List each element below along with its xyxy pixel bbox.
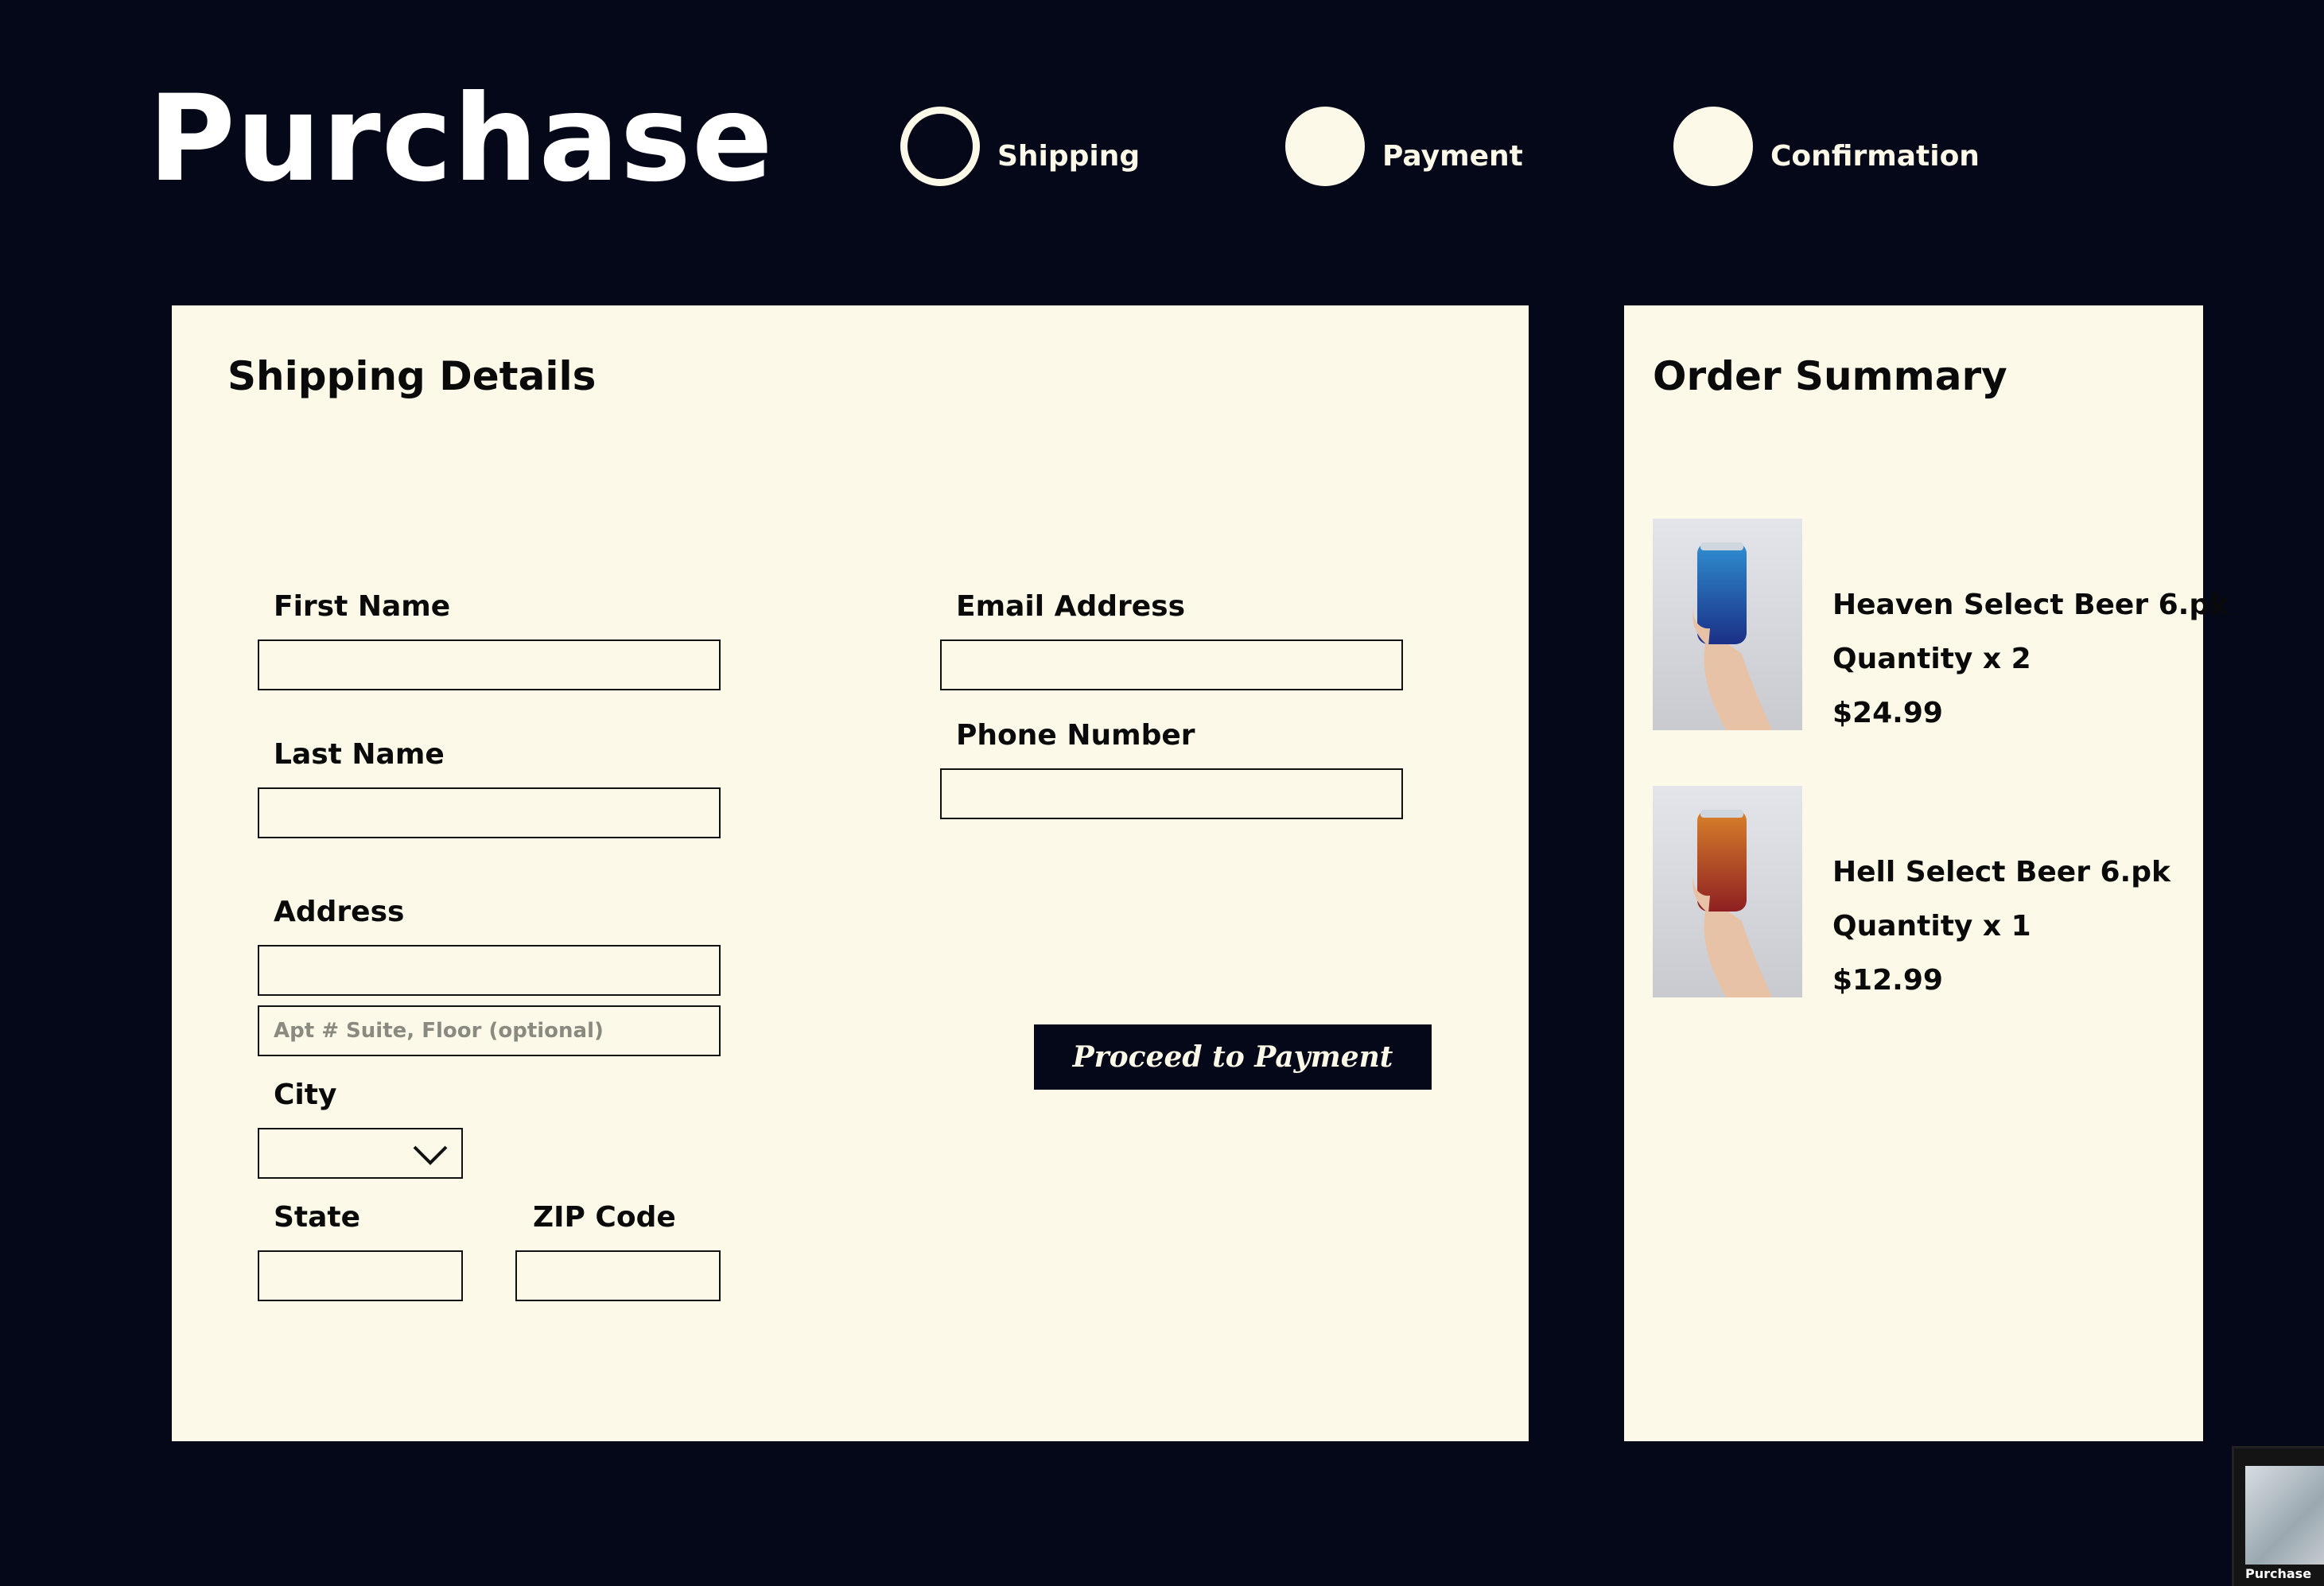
- order-item: Hell Select Beer 6.pk Quantity x 1 $12.9…: [1653, 786, 2194, 997]
- address-line1-field-box: [258, 945, 721, 996]
- state-input[interactable]: [259, 1252, 461, 1300]
- email-address-label: Email Address: [956, 590, 1186, 623]
- state-field-box: [258, 1250, 463, 1301]
- order-item: Heaven Select Beer 6.pk Quantity x 2 $24…: [1653, 519, 2229, 730]
- state-label: State: [274, 1201, 361, 1234]
- step-shipping[interactable]: Shipping: [900, 107, 1140, 186]
- city-label: City: [274, 1079, 337, 1111]
- city-select[interactable]: [258, 1128, 463, 1179]
- address-line2-input[interactable]: [259, 1007, 719, 1055]
- product-price: $24.99: [1832, 697, 1943, 729]
- step-confirmation[interactable]: Confirmation: [1673, 107, 1980, 186]
- product-image-hell: [1653, 786, 1802, 997]
- email-input[interactable]: [942, 641, 1401, 689]
- phone-field-box: [940, 768, 1403, 819]
- phone-input[interactable]: [942, 770, 1401, 818]
- phone-number-label: Phone Number: [956, 719, 1195, 752]
- product-price: $12.99: [1832, 964, 1943, 997]
- page-title: Purchase: [148, 70, 774, 208]
- product-quantity: Quantity x 2: [1832, 643, 2031, 675]
- step-shipping-circle-icon: [900, 107, 980, 186]
- zip-code-field-box: [515, 1250, 721, 1301]
- step-payment[interactable]: Payment: [1285, 107, 1523, 186]
- first-name-input[interactable]: [259, 641, 719, 689]
- proceed-to-payment-button[interactable]: Proceed to Payment: [1034, 1024, 1432, 1090]
- shipping-details-title: Shipping Details: [227, 353, 597, 399]
- product-quantity: Quantity x 1: [1832, 910, 2031, 943]
- product-image-heaven: [1653, 519, 1802, 730]
- order-summary-title: Order Summary: [1653, 353, 2007, 399]
- thumbnail-label: Purchase: [2245, 1566, 2312, 1581]
- last-name-field-box: [258, 787, 721, 838]
- address-line1-input[interactable]: [259, 947, 719, 994]
- first-name-label: First Name: [274, 590, 451, 623]
- shipping-details-panel: Shipping Details First Name Last Name Ad…: [172, 305, 1529, 1441]
- address-line2-field-box: [258, 1005, 721, 1056]
- hand-holding-can-icon: [1692, 542, 1772, 730]
- order-summary-panel: Order Summary Heaven Select Beer 6.pk Qu…: [1624, 305, 2229, 1441]
- hand-holding-can-icon: [1692, 810, 1772, 997]
- first-name-field-box: [258, 639, 721, 690]
- address-label: Address: [274, 896, 405, 928]
- zip-code-input[interactable]: [517, 1252, 719, 1300]
- step-shipping-label: Shipping: [997, 139, 1141, 173]
- last-name-label: Last Name: [274, 738, 445, 771]
- chevron-down-icon: [413, 1145, 448, 1165]
- window-thumbnail[interactable]: Purchase: [2232, 1446, 2324, 1586]
- step-confirmation-circle-icon: [1673, 107, 1753, 186]
- product-name: Hell Select Beer 6.pk: [1832, 856, 2170, 888]
- product-name: Heaven Select Beer 6.pk: [1832, 589, 2229, 621]
- email-field-box: [940, 639, 1403, 690]
- thumbnail-preview-image: [2245, 1466, 2324, 1565]
- step-payment-circle-icon: [1285, 107, 1365, 186]
- step-payment-label: Payment: [1382, 139, 1523, 173]
- zip-code-label: ZIP Code: [533, 1201, 676, 1234]
- last-name-input[interactable]: [259, 789, 719, 837]
- step-confirmation-label: Confirmation: [1770, 139, 1980, 173]
